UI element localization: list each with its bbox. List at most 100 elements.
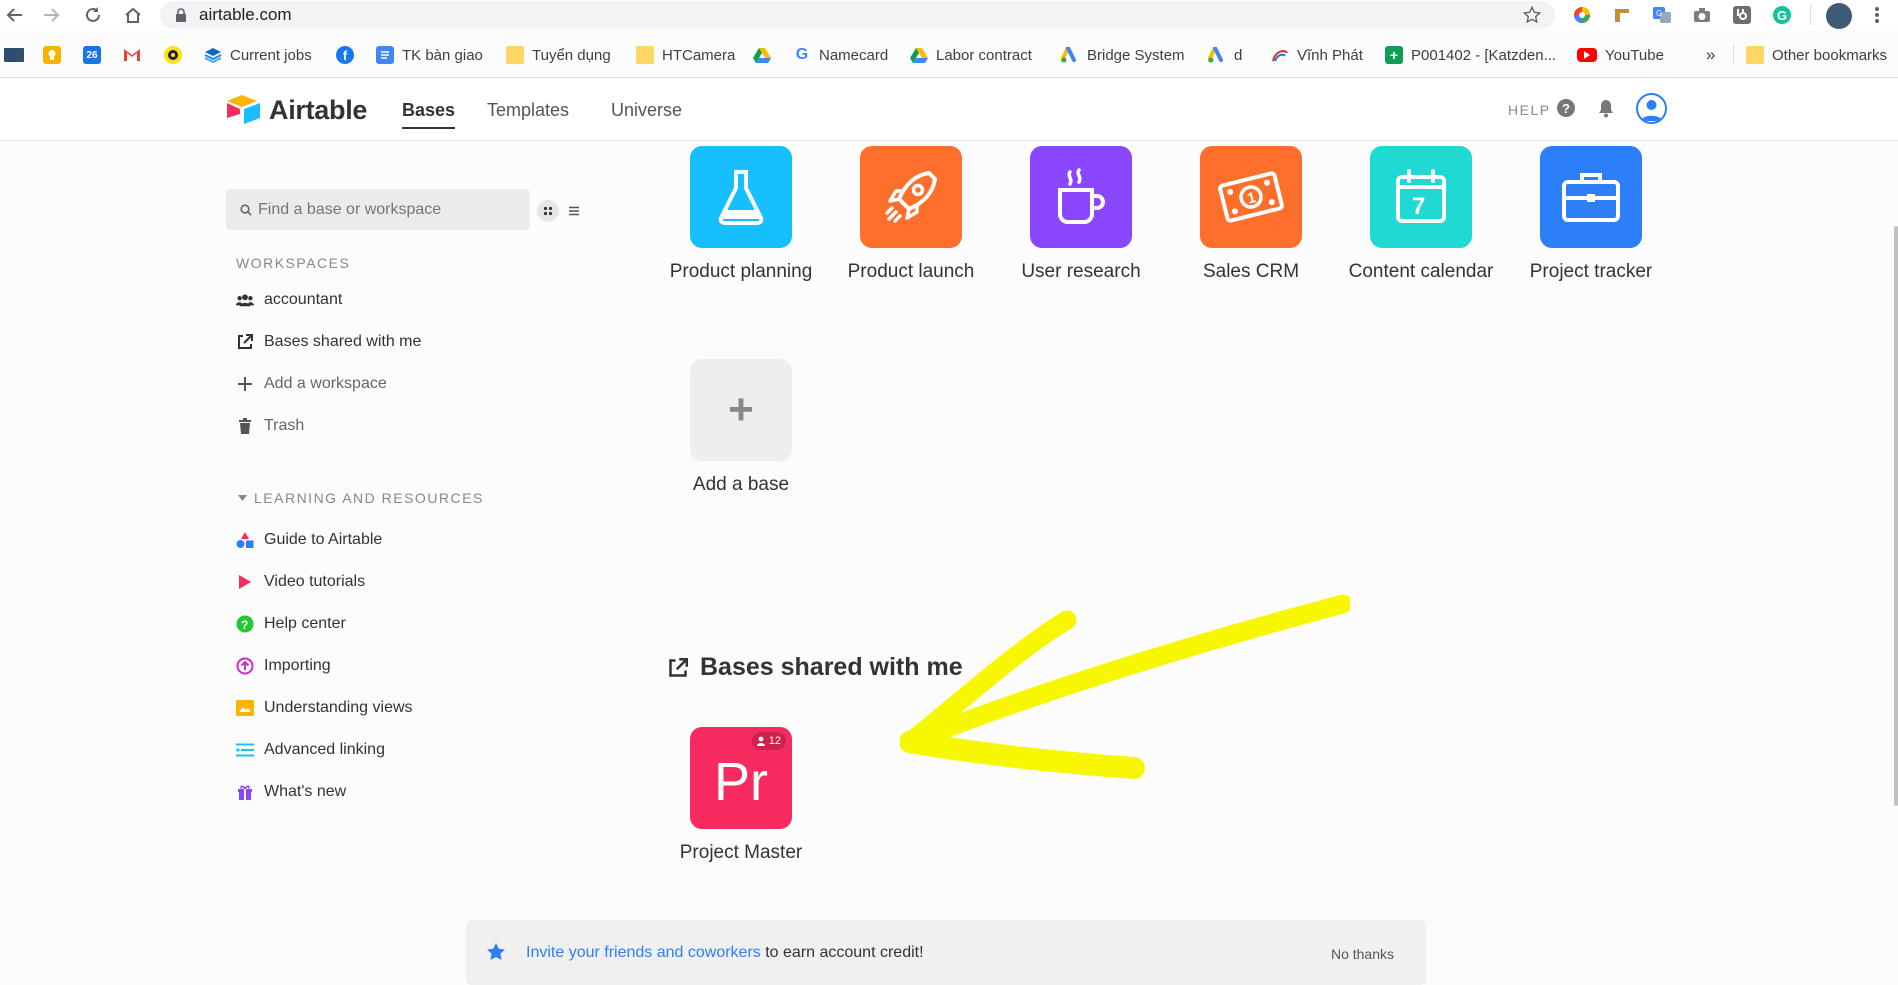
plus-icon: [236, 375, 254, 393]
ruler-extension-icon[interactable]: [1612, 5, 1632, 25]
google-drive-icon: [753, 46, 771, 64]
bookmark-htcamera[interactable]: HTCamera: [636, 41, 735, 69]
annotation-arrow: [900, 594, 1350, 779]
user-silhouette-icon: [1641, 100, 1662, 121]
nav-templates[interactable]: Templates: [487, 100, 569, 121]
back-button[interactable]: [4, 4, 26, 26]
invite-link[interactable]: Invite your friends and coworkers: [526, 944, 761, 961]
page-scrollbar[interactable]: [1894, 226, 1898, 806]
bookmark-bridge-system[interactable]: Bridge System: [1061, 41, 1185, 69]
bookmark-item[interactable]: [123, 41, 149, 69]
color-wheel-extension-icon[interactable]: [1572, 5, 1592, 25]
add-workspace-button[interactable]: Add a workspace: [236, 372, 387, 396]
bookmark-labor-contract[interactable]: Labor contract: [910, 41, 1032, 69]
base-tile-user-research[interactable]: User research: [996, 146, 1166, 283]
bookmark-item[interactable]: [164, 41, 190, 69]
folder-icon: [506, 46, 524, 64]
bookmark-item[interactable]: [4, 41, 32, 69]
home-icon: [125, 7, 141, 23]
profile-avatar[interactable]: [1826, 3, 1852, 29]
grammarly-extension-icon[interactable]: G: [1772, 5, 1792, 25]
help-label[interactable]: HELP: [1508, 102, 1551, 118]
collaborator-count-badge: 12: [751, 732, 786, 750]
google-icon: G: [795, 46, 809, 63]
dismiss-invite-button[interactable]: No thanks: [1331, 946, 1394, 962]
nav-universe[interactable]: Universe: [611, 100, 682, 121]
calendar-icon: 26: [83, 46, 101, 64]
airtable-logo-icon: [227, 95, 260, 124]
translate-extension-icon[interactable]: G: [1652, 5, 1672, 25]
base-name: Content calendar: [1348, 261, 1494, 282]
workspace-accountant[interactable]: accountant: [236, 288, 342, 312]
bookmark-item[interactable]: [753, 41, 779, 69]
help-circle-icon[interactable]: ?: [1556, 98, 1576, 118]
base-tile-product-launch[interactable]: Product launch: [826, 146, 996, 283]
facebook-icon: f: [336, 46, 354, 64]
bookmark-item[interactable]: [43, 41, 69, 69]
svg-text:?: ?: [1562, 101, 1570, 116]
gift-icon: [236, 783, 254, 801]
share-icon: [236, 333, 254, 351]
search-input[interactable]: [258, 200, 518, 219]
forward-button[interactable]: [40, 4, 62, 26]
home-button[interactable]: [122, 4, 144, 26]
learning-resources-toggle[interactable]: LEARNING AND RESOURCES: [238, 490, 484, 506]
bookmark-p001402[interactable]: + P001402 - [Katzden...: [1385, 41, 1556, 69]
base-tile-product-planning[interactable]: Product planning: [656, 146, 826, 283]
guide-to-airtable-link[interactable]: Guide to Airtable: [236, 528, 382, 552]
bookmark-vinh-phat[interactable]: Vĩnh Phát: [1271, 41, 1363, 69]
bookmark-namecard[interactable]: G Namecard: [793, 41, 888, 69]
site-thumbnail-icon: [4, 48, 24, 62]
bookmark-item[interactable]: f: [336, 41, 362, 69]
stack-layers-icon: [204, 46, 222, 64]
flask-icon: [718, 170, 764, 225]
views-icon: [236, 699, 254, 717]
shared-base-project-master[interactable]: Pr 12 Project Master: [656, 727, 826, 864]
grid-view-toggle[interactable]: [537, 200, 559, 222]
calendar-icon: 7: [1396, 169, 1446, 223]
workspace-bases-shared-with-me[interactable]: Bases shared with me: [236, 330, 421, 354]
google-ads-icon: [1208, 46, 1226, 64]
bookmark-item[interactable]: 26: [83, 41, 109, 69]
grid-icon: [543, 206, 553, 216]
google-docs-icon: [376, 46, 394, 64]
whats-new-link[interactable]: What's new: [236, 780, 346, 804]
bookmark-youtube[interactable]: YouTube: [1577, 41, 1664, 69]
add-base-tile[interactable]: + Add a base: [656, 359, 826, 496]
notification-bell-icon[interactable]: [1597, 98, 1615, 118]
folder-icon: [636, 46, 654, 64]
reload-button[interactable]: [82, 4, 104, 26]
bookmark-current-jobs[interactable]: Current jobs: [204, 41, 312, 69]
camera-extension-icon[interactable]: [1692, 5, 1712, 25]
base-icon-tile: Pr 12: [690, 727, 792, 829]
base-icon-tile: [1030, 146, 1132, 248]
bookmark-other-bookmarks[interactable]: Other bookmarks: [1746, 41, 1887, 69]
base-search-box[interactable]: [226, 189, 530, 230]
browser-menu-button[interactable]: [1866, 4, 1888, 26]
rocket-icon: [885, 171, 937, 223]
user-avatar[interactable]: [1636, 93, 1667, 124]
bookmark-tuyen-dung[interactable]: Tuyển dụng: [506, 41, 611, 69]
base-tile-content-calendar[interactable]: 7 Content calendar: [1336, 146, 1506, 283]
base-tile-sales-crm[interactable]: 1 Sales CRM: [1166, 146, 1336, 283]
advanced-linking-link[interactable]: Advanced linking: [236, 738, 385, 762]
address-bar[interactable]: airtable.com: [160, 1, 1555, 29]
hubspot-extension-icon[interactable]: [1732, 5, 1752, 25]
nav-bases[interactable]: Bases: [402, 100, 456, 129]
base-tile-project-tracker[interactable]: Project tracker: [1506, 146, 1676, 283]
reload-icon: [86, 7, 100, 22]
bookmark-d[interactable]: d: [1208, 41, 1242, 69]
more-bookmarks-chevron[interactable]: »: [1706, 41, 1715, 69]
video-tutorials-link[interactable]: Video tutorials: [236, 570, 365, 594]
forward-arrow-icon: [44, 8, 60, 22]
trash-link[interactable]: Trash: [236, 414, 304, 438]
add-base-label: Add a base: [692, 474, 790, 495]
understanding-views-link[interactable]: Understanding views: [236, 696, 413, 720]
bookmark-tk-ban-giao[interactable]: TK bàn giao: [376, 41, 483, 69]
list-view-toggle[interactable]: [563, 200, 585, 222]
bookmark-star-icon[interactable]: [1523, 6, 1541, 24]
help-center-link[interactable]: ? Help center: [236, 612, 346, 636]
airtable-logo[interactable]: Airtable: [225, 94, 367, 126]
workspaces-heading: WORKSPACES: [236, 255, 351, 271]
importing-link[interactable]: Importing: [236, 654, 331, 678]
